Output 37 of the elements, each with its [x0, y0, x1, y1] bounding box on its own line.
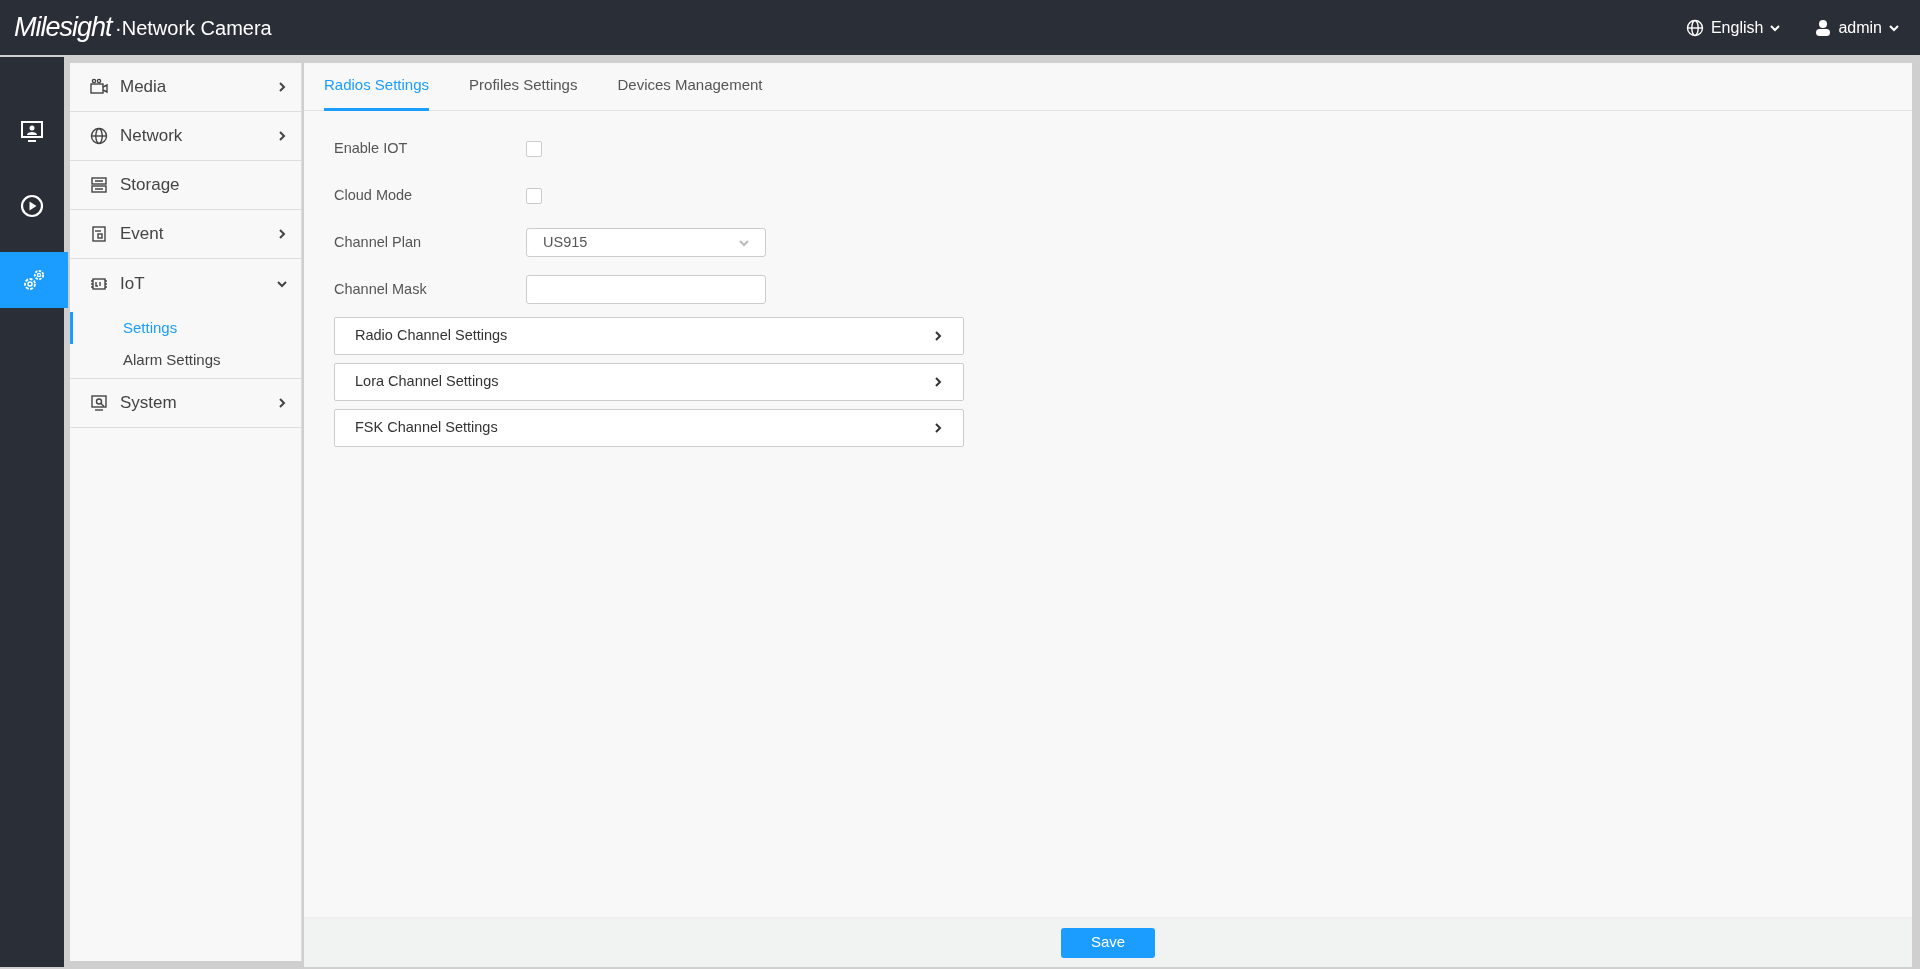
document-icon	[90, 225, 108, 243]
play-circle-icon	[20, 194, 44, 218]
globe-icon	[1685, 18, 1704, 37]
camera-icon	[90, 78, 108, 96]
collapsible-section[interactable]: Radio Channel Settings	[334, 316, 964, 355]
collapsible-section[interactable]: FSK Channel Settings	[334, 408, 964, 447]
monitor-icon	[20, 120, 44, 144]
caret-icon	[1889, 22, 1899, 33]
menu-item[interactable]: Network	[70, 112, 301, 161]
dropdown-field[interactable]: US915	[526, 228, 766, 257]
gears-icon	[22, 268, 46, 292]
screen-wrench-icon	[90, 394, 108, 412]
menu-item[interactable]: Media	[70, 63, 301, 112]
server-icon	[90, 176, 108, 194]
caret-icon	[1770, 22, 1781, 33]
menu-item[interactable]: IoT	[70, 259, 301, 308]
user-icon	[1815, 19, 1832, 36]
submenu-item[interactable]: Alarm Settings	[70, 344, 301, 376]
field-label: Enable IOT	[334, 138, 409, 158]
field-label: Cloud Mode	[334, 185, 414, 205]
checkbox[interactable]	[526, 140, 542, 157]
checkbox[interactable]	[526, 187, 542, 204]
tab[interactable]: Devices Management	[617, 63, 763, 111]
field-label: Channel Plan	[334, 232, 423, 252]
menu-item[interactable]: Storage	[70, 161, 301, 210]
product-title: ·Network Camera	[115, 15, 272, 41]
logo: Milesight	[14, 11, 112, 45]
menu-item[interactable]: System	[70, 379, 301, 428]
globe-icon	[90, 127, 108, 145]
collapsible-section[interactable]: Lora Channel Settings	[334, 362, 964, 401]
tab[interactable]: Profiles Settings	[469, 63, 578, 111]
menu-item[interactable]: Event	[70, 210, 301, 259]
field-label: Channel Mask	[334, 279, 428, 299]
input-field[interactable]	[526, 275, 766, 304]
caret-icon	[739, 237, 749, 248]
user-menu[interactable]: admin	[1815, 15, 1899, 40]
language-menu[interactable]: English	[1685, 15, 1781, 40]
